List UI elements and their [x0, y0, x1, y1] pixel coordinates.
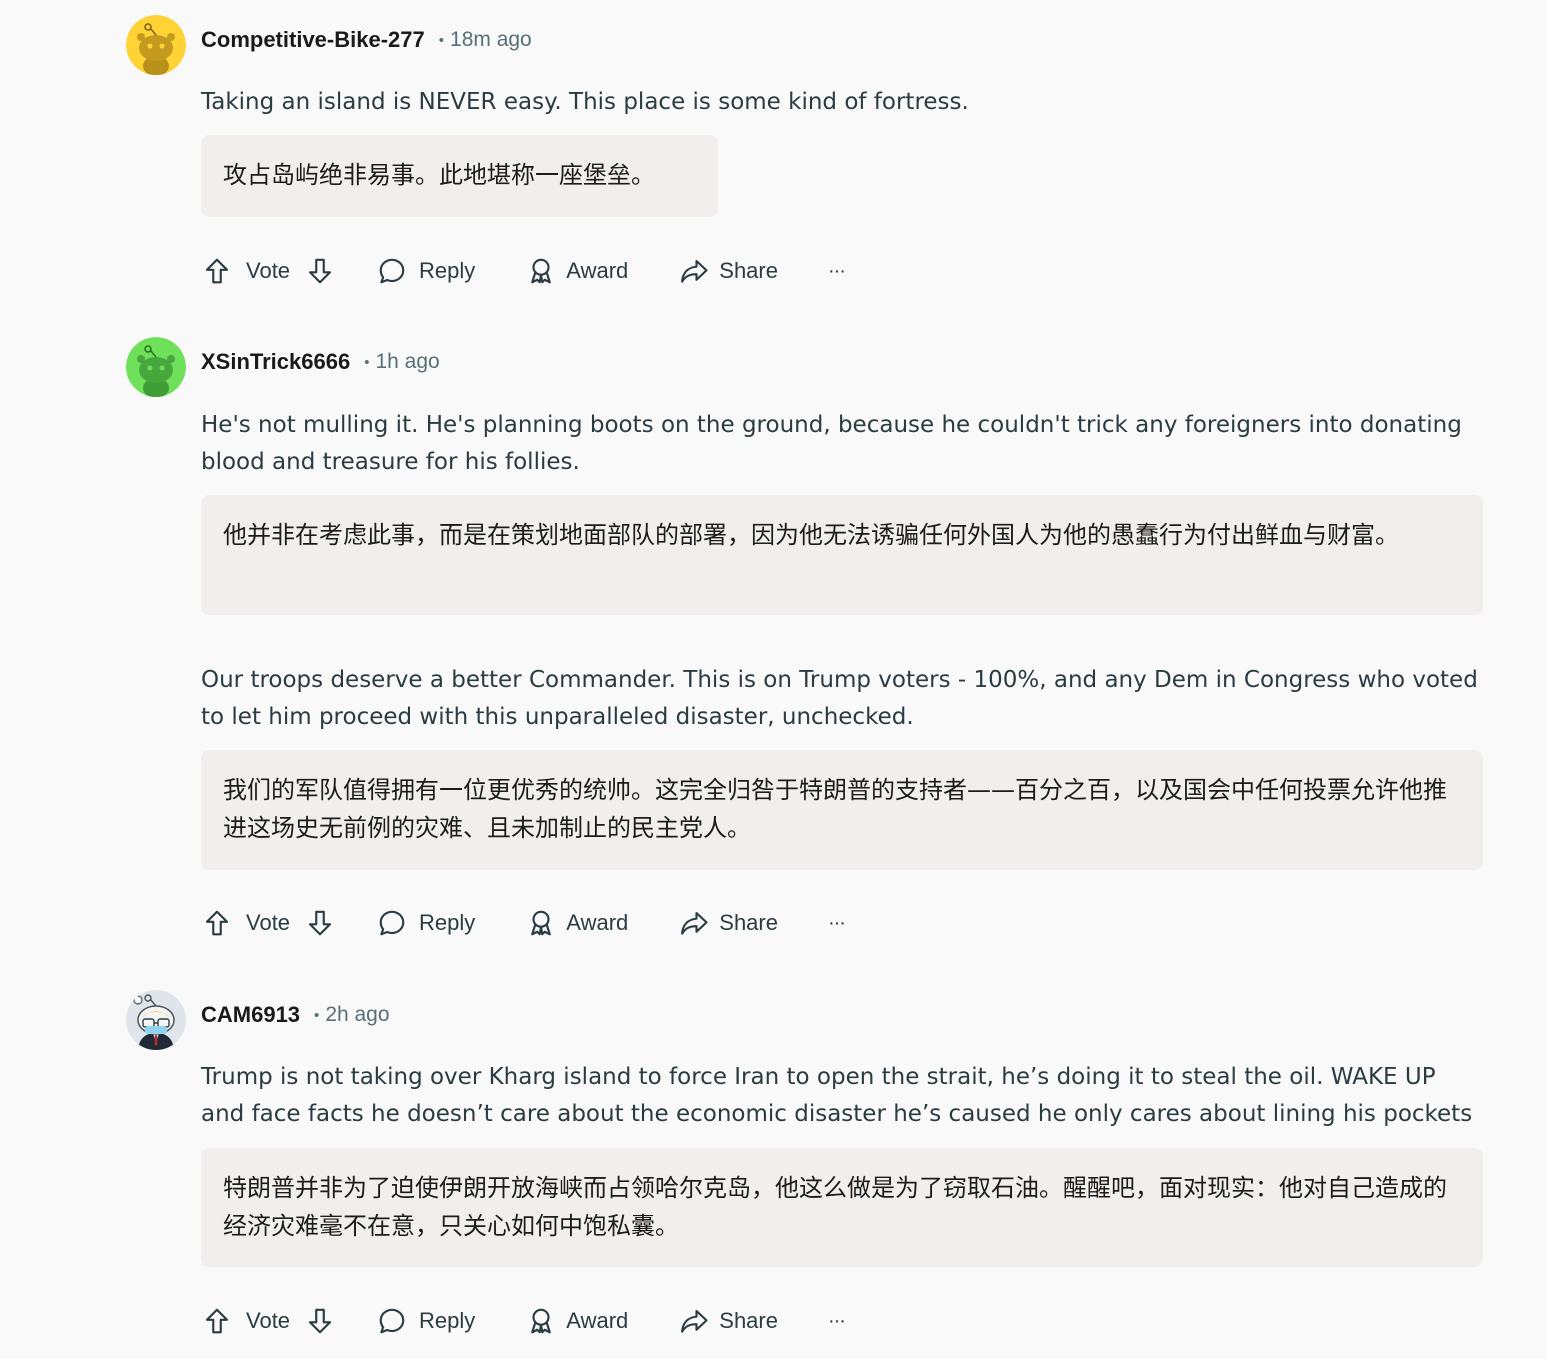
comment-text: Trump is not taking over Kharg island to… — [201, 1064, 1473, 1127]
more-options-button[interactable]: ··· — [827, 1309, 846, 1333]
separator-dot: • — [314, 1006, 320, 1024]
comment-meta: CAM6913 • 2h ago — [201, 1001, 390, 1029]
upvote-icon[interactable] — [201, 255, 233, 287]
comment-bubble-icon — [376, 255, 408, 287]
more-options-button[interactable]: ··· — [827, 911, 846, 935]
username[interactable]: XSinTrick6666 — [201, 349, 350, 375]
username[interactable]: Competitive-Bike-277 — [201, 27, 425, 53]
share-button[interactable]: Share — [678, 1305, 778, 1337]
downvote-icon[interactable] — [304, 1305, 336, 1337]
share-button[interactable]: Share — [678, 255, 778, 287]
downvote-icon[interactable] — [304, 907, 336, 939]
share-label: Share — [719, 910, 778, 935]
award-label: Award — [566, 1308, 629, 1333]
snoo-avatar-icon — [126, 15, 186, 75]
share-icon — [678, 1305, 710, 1337]
share-icon — [678, 907, 710, 939]
username[interactable]: CAM6913 — [201, 1002, 300, 1028]
user-avatar[interactable] — [126, 15, 186, 75]
more-options-button[interactable]: ··· — [827, 259, 846, 283]
share-icon — [678, 255, 710, 287]
downvote-icon[interactable] — [304, 255, 336, 287]
vote-group: Vote — [201, 907, 336, 939]
reply-button[interactable]: Reply — [376, 907, 475, 939]
reply-label: Reply — [419, 910, 476, 935]
translation-box: 攻占岛屿绝非易事。此地堪称一座堡垒。 — [201, 135, 718, 217]
comment-bubble-icon — [376, 907, 408, 939]
comment-actions: Vote Reply Award Share ··· — [201, 251, 846, 291]
more-options-icon: ··· — [827, 259, 846, 282]
comment-meta: Competitive-Bike-277 • 18m ago — [201, 26, 532, 54]
comment-actions: Vote Reply Award Share ··· — [201, 1301, 846, 1341]
separator-dot: • — [364, 353, 370, 371]
vote-label: Vote — [246, 258, 291, 283]
snoo-avatar-icon — [126, 990, 186, 1050]
vote-label: Vote — [246, 910, 291, 935]
share-label: Share — [719, 1308, 778, 1333]
comment-text: Taking an island is NEVER easy. This pla… — [201, 89, 969, 115]
vote-group: Vote — [201, 1305, 336, 1337]
comment-actions: Vote Reply Award Share ··· — [201, 903, 846, 943]
user-avatar[interactable] — [126, 337, 186, 397]
share-label: Share — [719, 258, 778, 283]
award-label: Award — [566, 910, 629, 935]
user-avatar[interactable] — [126, 990, 186, 1050]
reply-button[interactable]: Reply — [376, 255, 475, 287]
award-icon — [525, 1305, 557, 1337]
upvote-icon[interactable] — [201, 1305, 233, 1337]
translation-box: 他并非在考虑此事，而是在策划地面部队的部署，因为他无法诱骗任何外国人为他的愚蠢行… — [201, 495, 1483, 615]
snoo-avatar-icon — [126, 337, 186, 397]
share-button[interactable]: Share — [678, 907, 778, 939]
vote-label: Vote — [246, 1308, 291, 1333]
award-label: Award — [566, 258, 629, 283]
timestamp[interactable]: 2h ago — [325, 1003, 389, 1027]
more-options-icon: ··· — [827, 1309, 846, 1332]
award-icon — [525, 907, 557, 939]
award-button[interactable]: Award — [525, 907, 628, 939]
upvote-icon[interactable] — [201, 907, 233, 939]
award-icon — [525, 255, 557, 287]
vote-group: Vote — [201, 255, 336, 287]
translation-box: 我们的军队值得拥有一位更优秀的统帅。这完全归咎于特朗普的支持者——百分之百，以及… — [201, 750, 1483, 870]
timestamp[interactable]: 18m ago — [450, 28, 532, 52]
translation-box: 特朗普并非为了迫使伊朗开放海峡而占领哈尔克岛，他这么做是为了窃取石油。醒醒吧，面… — [201, 1148, 1483, 1267]
separator-dot: • — [438, 31, 445, 49]
comment-meta: XSinTrick6666 • 1h ago — [201, 348, 440, 376]
timestamp[interactable]: 1h ago — [375, 350, 439, 374]
comment-text: He's not mulling it. He's planning boots… — [201, 412, 1462, 475]
reply-label: Reply — [419, 258, 476, 283]
award-button[interactable]: Award — [525, 255, 628, 287]
reply-button[interactable]: Reply — [376, 1305, 475, 1337]
reply-label: Reply — [419, 1308, 476, 1333]
comment-bubble-icon — [376, 1305, 408, 1337]
more-options-icon: ··· — [827, 911, 846, 934]
award-button[interactable]: Award — [525, 1305, 628, 1337]
comment-text: Our troops deserve a better Commander. T… — [201, 667, 1478, 730]
